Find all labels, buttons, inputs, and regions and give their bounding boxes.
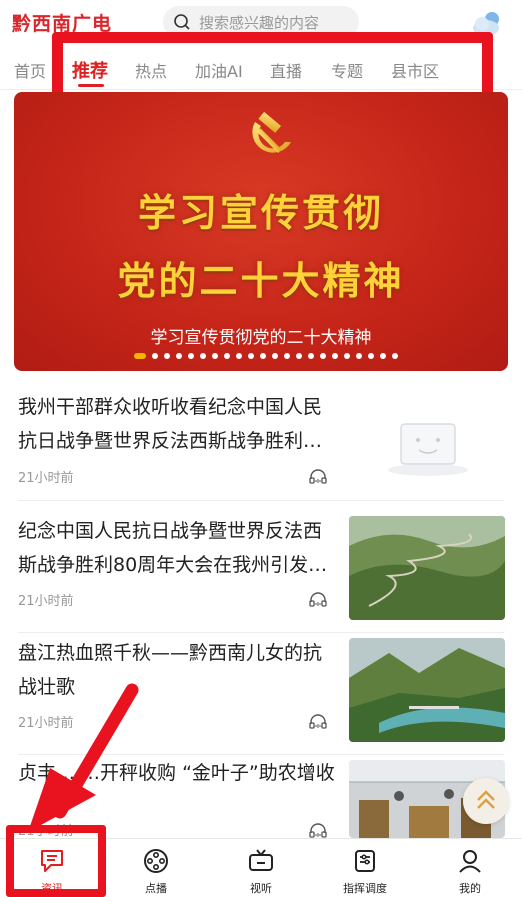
carousel-dot[interactable] [152,353,158,359]
news-item[interactable]: 盘江热血照千秋——黔西南儿女的抗战壮歌 21小时前 [0,634,522,754]
app-logo[interactable]: 黔西南广电 [12,9,112,36]
search-icon [174,14,190,30]
list-divider [18,754,504,755]
carousel-dot[interactable] [272,353,278,359]
carousel-dot[interactable] [164,353,170,359]
nav-label: 指挥调度 [343,882,387,895]
carousel-dot[interactable] [188,353,194,359]
nav-profile[interactable]: 我的 [430,839,510,897]
banner-headline-line2: 党的二十大精神 [117,259,405,303]
carousel-dot[interactable] [200,353,206,359]
carousel-dot[interactable] [248,353,254,359]
channel-tabs: 首页 推荐 热点 加油AI 直播 专题 县市区 [0,46,522,90]
banner-headline-line1: 学习宣传贯彻 [137,191,384,235]
nav-label: 点播 [145,882,167,895]
tab-home[interactable]: 首页 [14,58,46,82]
tv-icon [249,849,273,871]
tab-recommend[interactable]: 推荐 [72,57,108,83]
tab-topics[interactable]: 专题 [331,58,363,82]
bottom-navigation: 资讯 点播 视听 指挥调度 我的 [0,838,522,897]
listen-headphones-icon[interactable] [309,591,327,607]
news-time: 21小时前 [18,824,74,839]
carousel-dot-active[interactable] [134,353,146,359]
carousel-dot[interactable] [308,353,314,359]
news-time: 21小时前 [18,716,74,731]
news-title: 盘江热血照千秋——黔西南儿女的抗战壮歌 [18,642,323,698]
carousel-dot[interactable] [356,353,362,359]
carousel-dot[interactable] [284,353,290,359]
banner-carousel[interactable]: 学习宣传贯彻 党的二十大精神 学习宣传贯彻党的二十大精神 [14,92,508,371]
search-placeholder: 搜索感兴趣的内容 [199,14,320,32]
carousel-dot[interactable] [296,353,302,359]
list-divider [18,632,504,633]
app-header: 黔西南广电 搜索感兴趣的内容 [0,0,522,46]
carousel-dot[interactable] [344,353,350,359]
carousel-dot[interactable] [260,353,266,359]
news-icon [41,850,63,872]
carousel-dot[interactable] [380,353,386,359]
nav-vod[interactable]: 点播 [116,839,196,897]
nav-label: 资讯 [41,882,63,895]
news-time: 21小时前 [18,594,74,609]
tab-counties[interactable]: 县市区 [391,58,439,82]
carousel-dot[interactable] [392,353,398,359]
news-item[interactable]: 纪念中国人民抗日战争暨世界反法西斯战争胜利80周年大会在我州引发… 21小时前 [0,512,522,632]
back-to-top-button[interactable] [463,778,509,824]
listen-headphones-icon[interactable] [309,713,327,729]
nav-dispatch[interactable]: 指挥调度 [325,839,405,897]
carousel-dot[interactable] [368,353,374,359]
film-reel-icon [144,849,168,873]
news-thumbnail[interactable] [349,516,505,620]
carousel-dot[interactable] [212,353,218,359]
news-time: 21小时前 [18,471,74,486]
tab-live[interactable]: 直播 [270,58,302,82]
carousel-dot[interactable] [176,353,182,359]
active-tab-indicator [78,84,104,87]
listen-headphones-icon[interactable] [309,822,327,838]
double-chevron-up-icon [477,790,495,809]
nav-label: 我的 [459,882,481,895]
carousel-dot[interactable] [236,353,242,359]
image-placeholder-icon [388,423,468,476]
nav-label: 视听 [250,882,272,895]
banner-caption: 学习宣传贯彻党的二十大精神 [150,328,372,348]
nav-news[interactable]: 资讯 [12,839,92,897]
user-icon [459,850,481,873]
news-title: 纪念中国人民抗日战争暨世界反法西斯战争胜利80周年大会在我州引发… [18,520,328,576]
news-item[interactable]: 贞丰… …开秤收购 “金叶子”助农增收 21小时前 [0,756,522,839]
nav-audiovisual[interactable]: 视听 [221,839,301,897]
carousel-dot[interactable] [224,353,230,359]
tab-hot[interactable]: 热点 [135,58,167,82]
carousel-dot[interactable] [320,353,326,359]
news-title: 我州干部群众收听收看纪念中国人民抗日战争暨世界反法西斯战争胜利… [18,396,323,452]
hammer-sickle-emblem-icon [252,112,291,154]
tab-jiayou-ai[interactable]: 加油AI [195,58,243,82]
news-thumbnail[interactable] [349,638,505,742]
weather-cloud-icon[interactable] [470,8,504,38]
carousel-dot[interactable] [332,353,338,359]
list-divider [18,500,504,501]
dispatch-icon [355,850,375,872]
search-bar[interactable]: 搜索感兴趣的内容 [163,6,359,38]
listen-headphones-icon[interactable] [309,468,327,484]
news-title: 贞丰… …开秤收购 “金叶子”助农增收 [18,762,335,784]
